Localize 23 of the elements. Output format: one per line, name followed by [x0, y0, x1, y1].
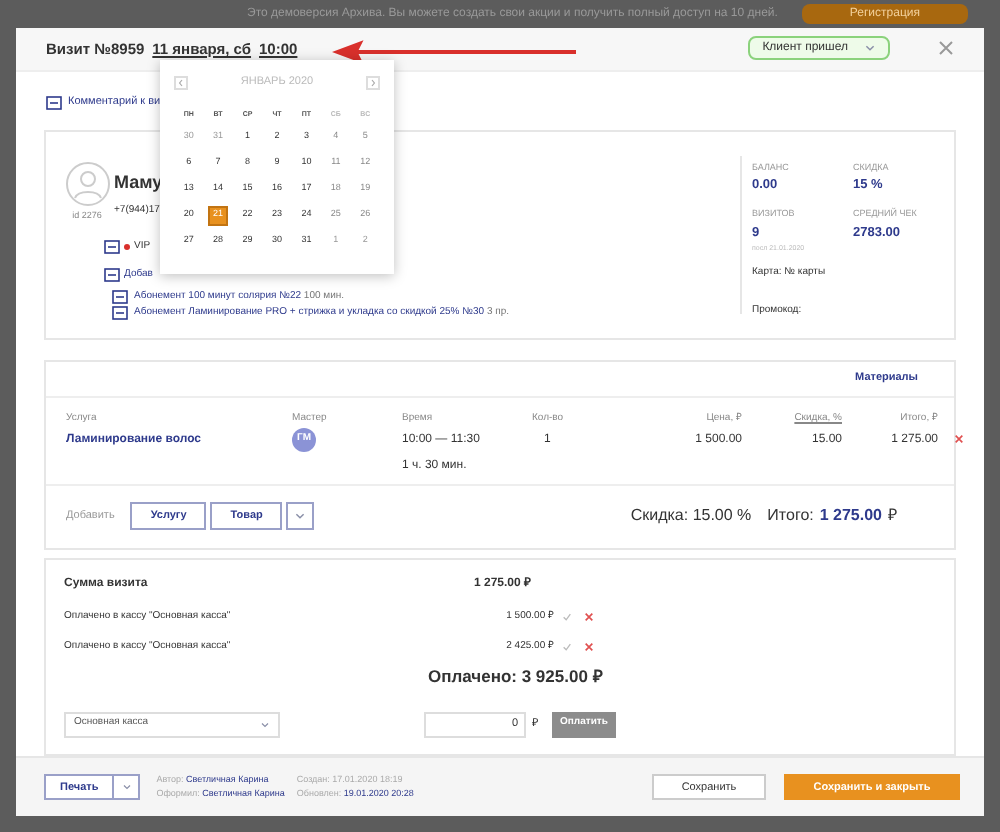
paid-total: Оплачено: 3 925.00 ₽ — [428, 663, 605, 690]
currency: ₽ — [888, 504, 898, 529]
note-icon — [46, 96, 62, 111]
delete-icon[interactable] — [584, 642, 594, 653]
close-icon[interactable] — [938, 40, 954, 57]
check-icon — [562, 642, 572, 653]
note-icon — [104, 239, 120, 254]
more-button[interactable] — [286, 502, 315, 531]
next-icon[interactable] — [365, 75, 380, 89]
note-icon — [104, 267, 120, 282]
delete-icon[interactable] — [584, 612, 594, 623]
caret-icon — [294, 510, 307, 523]
delete-icon[interactable] — [953, 433, 963, 443]
caret-icon — [260, 719, 270, 730]
discount-summary: Скидка: 15.00 % — [630, 504, 752, 529]
total-label: Итого: — [767, 504, 814, 529]
caret-icon — [864, 42, 876, 55]
total-value: 1 275.00 — [819, 504, 882, 529]
check-icon — [562, 612, 572, 623]
avatar-icon — [65, 161, 109, 205]
caret-icon — [121, 782, 132, 793]
previous-icon[interactable] — [174, 75, 188, 89]
client-name: Маму — [114, 169, 163, 196]
